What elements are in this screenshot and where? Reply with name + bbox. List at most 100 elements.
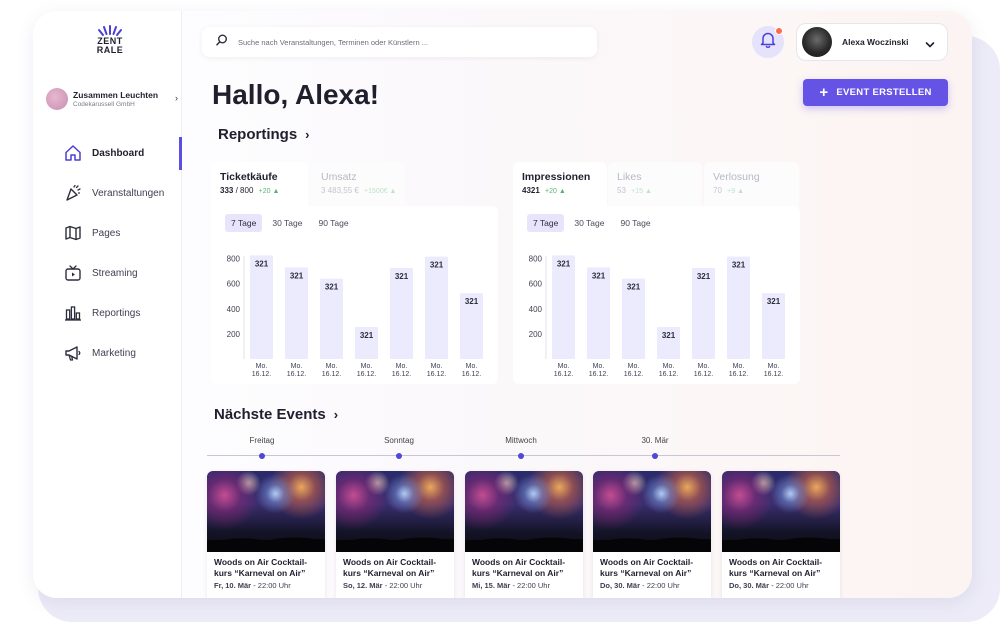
tab-value: 4321 +20 ▲ [522,186,598,195]
chart-bar[interactable] [285,267,308,359]
bar-data-label: 321 [465,297,479,306]
sidebar-item-label: Pages [92,227,121,239]
tab-value: 3 483,55 € +1500€ ▲ [321,186,396,195]
tab-ticketkaeufe[interactable]: Ticketkäufe 333 / 800 +20 ▲ [211,162,308,210]
event-date: Do, 30. Mär - 22:00 Uhr [729,581,809,590]
x-tick-label: Mo. [256,363,268,370]
bar-data-label: 321 [395,272,409,281]
chart-bar[interactable] [390,267,413,359]
x-tick-label: 16.12. [624,371,644,378]
organization-switcher[interactable]: Zusammen Leuchten Codekarussell GmbH › [46,87,180,111]
event-card[interactable]: Woods on Air Cocktail-kurs “Karneval on … [207,471,325,598]
chart-bar[interactable] [727,256,750,359]
organization-avatar [46,88,68,110]
event-title: Woods on Air Cocktail-kurs “Karneval on … [472,557,566,578]
chevron-right-icon: › [305,127,310,142]
tab-title: Verlosung [713,171,760,183]
event-image [593,471,711,552]
event-title: Woods on Air Cocktail-kurs “Karneval on … [729,557,823,578]
timeline-dot [518,452,524,459]
next-events-heading[interactable]: Nächste Events › [214,406,338,423]
chart-bar[interactable] [692,267,715,359]
sidebar-item-dashboard[interactable]: Dashboard [33,133,182,173]
x-tick-label: Mo. [396,363,408,370]
event-title: Woods on Air Cocktail-kurs “Karneval on … [343,557,437,578]
event-card[interactable]: Woods on Air Cocktail-kurs “Karneval on … [722,471,840,598]
tab-title: Likes [617,171,642,183]
tab-title: Umsatz [321,171,357,183]
x-tick-label: 16.12. [392,371,412,378]
trend-up-badge: +20 ▲ [258,188,280,195]
x-tick-label: 16.12. [462,371,482,378]
trend-up-badge: +15 ▲ [631,188,652,195]
streaming-tv-icon [64,264,82,282]
tab-impressionen[interactable]: Impressionen 4321 +20 ▲ [513,162,607,210]
sidebar-nav: Dashboard Veranstaltungen Pages Streamin… [33,133,182,373]
chart-bar[interactable] [425,256,448,359]
y-tick-label: 800 [529,255,543,264]
sales-bar-chart: 200400600800321Mo.16.12.321Mo.16.12.321M… [227,255,483,378]
logo[interactable]: ZENT RALE [95,25,125,55]
sidebar-item-label: Streaming [92,267,138,279]
reach-chart-card: 7 Tage 30 Tage 90 Tage 200 400 600 800 321 Mo… [513,206,800,384]
party-popper-icon [64,184,82,202]
y-tick-label: 400 [529,305,543,314]
tab-verlosung[interactable]: Verlosung 70 +9 ▲ [704,162,799,210]
timeline-label: Freitag [249,436,275,445]
map-icon [64,224,82,242]
event-image [207,471,325,552]
tab-value: 333 / 800 +20 ▲ [220,186,299,195]
logo-text-line2: RALE [96,45,124,55]
event-card[interactable]: Woods on Air Cocktail-kurs “Karneval on … [593,471,711,598]
sidebar-item-streaming[interactable]: Streaming [33,253,182,293]
chart-bar[interactable] [552,255,575,359]
user-avatar [802,27,832,57]
bell-icon [760,31,776,53]
x-tick-label: Mo. [466,363,478,370]
sidebar-item-label: Veranstaltungen [92,187,165,199]
event-card[interactable]: Woods on Air Cocktail-kurs “Karneval on … [465,471,583,598]
event-card[interactable]: Woods on Air Cocktail-kurs “Karneval on … [336,471,454,598]
bar-data-label: 321 [627,283,641,292]
event-title: Woods on Air Cocktail-kurs “Karneval on … [214,557,308,578]
user-menu[interactable]: Alexa Woczinski [796,23,948,61]
y-tick-label: 600 [529,280,543,289]
notification-badge [775,27,783,35]
impressions-value: 4321 [522,186,540,195]
notifications-button[interactable] [752,26,784,58]
event-image [336,471,454,552]
bar-data-label: 321 [290,271,304,280]
sidebar-item-label: Dashboard [92,147,145,159]
tab-likes[interactable]: Likes 53 +15 ▲ [608,162,702,210]
reportings-title: Reportings [218,126,298,143]
x-tick-label: Mo. [431,363,443,370]
sidebar-item-reportings[interactable]: Reportings [33,293,182,333]
sidebar-item-pages[interactable]: Pages [33,213,182,253]
x-tick-label: Mo. [593,363,605,370]
event-date: So, 12. Mär - 22:00 Uhr [343,581,423,590]
tab-value: 53 +15 ▲ [617,186,693,195]
x-tick-label: Mo. [698,363,710,370]
sidebar-item-marketing[interactable]: Marketing [33,333,182,373]
ticket-count: 333 [220,186,234,195]
megaphone-icon [64,344,82,362]
x-tick-label: 16.12. [729,371,749,378]
search-bar[interactable] [202,27,597,57]
create-event-button[interactable]: + EVENT ERSTELLEN [803,79,948,106]
x-tick-label: 16.12. [322,371,342,378]
bar-chart-icon [64,304,82,322]
sidebar-item-veranstaltungen[interactable]: Veranstaltungen [33,173,182,213]
sales-chart-card: 7 Tage 30 Tage 90 Tage 200 400 600 800 321 Mo… [211,206,498,384]
event-title: Woods on Air Cocktail-kurs “Karneval on … [600,557,694,578]
bar-data-label: 321 [592,271,606,280]
bar-data-label: 321 [255,259,269,268]
chart-bar[interactable] [250,255,273,359]
search-input[interactable] [238,37,568,47]
revenue-value: 3 483,55 € [321,186,359,195]
reportings-heading[interactable]: Reportings › [218,126,310,143]
tab-umsatz[interactable]: Umsatz 3 483,55 € +1500€ ▲ [312,162,405,210]
chart-bar[interactable] [587,267,610,359]
organization-name: Zusammen Leuchten [73,89,159,100]
likes-value: 53 [617,186,626,195]
user-name: Alexa Woczinski [842,37,909,47]
